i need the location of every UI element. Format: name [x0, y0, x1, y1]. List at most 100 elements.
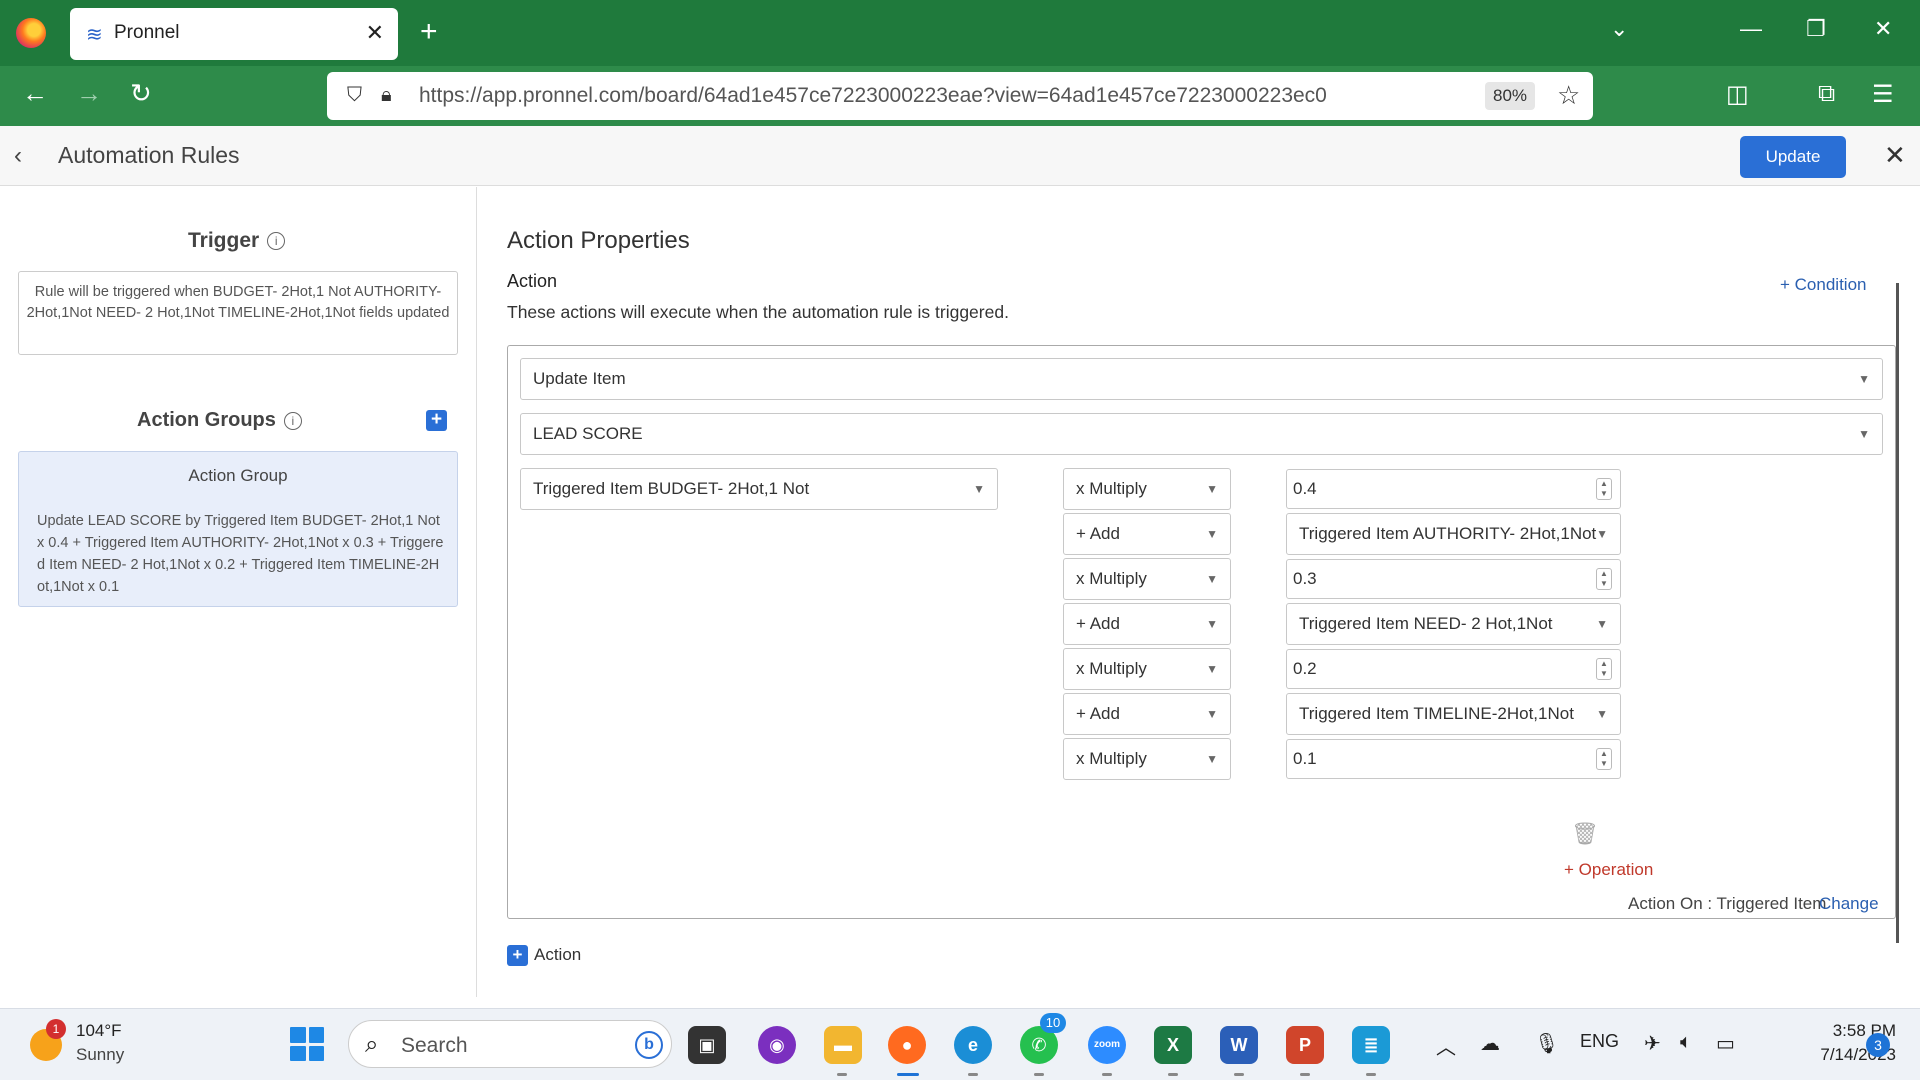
firefox-taskbar-icon[interactable]: ● [888, 1026, 926, 1064]
running-indicator [837, 1073, 847, 1076]
extensions-icon[interactable]: ⧉ [1818, 80, 1835, 108]
app-mask-icon[interactable]: ◉ [758, 1026, 796, 1064]
pronnel-favicon-icon: ≋ [86, 24, 103, 46]
language-indicator[interactable]: ENG [1580, 1031, 1619, 1052]
address-bar[interactable]: ⛉ 🔒︎ https://app.pronnel.com/board/64ad1… [327, 72, 1593, 120]
battery-icon[interactable]: ▭ [1716, 1031, 1735, 1056]
task-view-icon[interactable]: ▣ [688, 1026, 726, 1064]
trash-icon[interactable]: 🗑︎ [1571, 821, 1599, 847]
operand-number-input[interactable]: 0.1 ▲ ▼ [1286, 739, 1621, 779]
dropdown-caret-icon: ▼ [973, 482, 985, 496]
trigger-description[interactable]: Rule will be triggered when BUDGET- 2Hot… [18, 271, 458, 355]
word-icon[interactable]: W [1220, 1026, 1258, 1064]
scrollbar[interactable] [1896, 283, 1899, 943]
edge-icon[interactable]: e [954, 1026, 992, 1064]
stepper-icon[interactable]: ▲ ▼ [1596, 478, 1612, 500]
windows-start-icon[interactable] [290, 1027, 324, 1061]
operand-field-select[interactable]: Triggered Item AUTHORITY- 2Hot,1Not ▼ [1286, 513, 1621, 555]
shield-icon[interactable]: ⛉ [347, 84, 362, 107]
tab-list-chevron-icon[interactable]: ⌄ [1610, 16, 1628, 42]
file-explorer-icon[interactable]: ▬ [824, 1026, 862, 1064]
dropdown-caret-icon: ▼ [1858, 372, 1870, 386]
powerpoint-icon[interactable]: P [1286, 1026, 1324, 1064]
action-group-card[interactable]: Action Group Update LEAD SCORE by Trigge… [18, 451, 458, 607]
operator-select[interactable]: x Multiply ▼ [1063, 738, 1231, 780]
source-field-select[interactable]: Triggered Item BUDGET- 2Hot,1 Not ▼ [520, 468, 998, 510]
operand-number-input[interactable]: 0.2 ▲ ▼ [1286, 649, 1621, 689]
operator-select[interactable]: x Multiply ▼ [1063, 648, 1231, 690]
reload-icon[interactable]: ↻ [130, 78, 152, 108]
airplane-mode-icon[interactable]: ✈ [1644, 1031, 1661, 1056]
menu-icon[interactable]: ☰ [1872, 80, 1894, 109]
action-properties-heading: Action Properties [507, 227, 690, 254]
operator-value: + Add [1076, 524, 1120, 543]
notification-badge[interactable]: 3 [1866, 1033, 1890, 1057]
operator-select[interactable]: x Multiply ▼ [1063, 558, 1231, 600]
stepper-icon[interactable]: ▲ ▼ [1596, 748, 1612, 770]
update-button[interactable]: Update [1740, 136, 1846, 178]
dropdown-caret-icon: ▼ [1206, 617, 1218, 631]
operator-value: x Multiply [1076, 659, 1147, 678]
running-indicator [1234, 1073, 1244, 1076]
operator-value: + Add [1076, 704, 1120, 723]
target-field-select[interactable]: LEAD SCORE ▼ [520, 413, 1883, 455]
add-action-group-button[interactable]: + [426, 410, 447, 431]
app-header: ‹ Automation Rules Update ✕ [0, 126, 1920, 186]
close-tab-icon[interactable]: ✕ [366, 20, 384, 46]
bing-icon[interactable]: b [635, 1031, 663, 1059]
stepper-icon[interactable]: ▲ ▼ [1596, 568, 1612, 590]
zoom-level[interactable]: 80% [1485, 82, 1536, 110]
back-chevron-icon[interactable]: ‹ [14, 142, 22, 170]
lock-icon[interactable]: 🔒︎ [381, 84, 392, 107]
url-text[interactable]: https://app.pronnel.com/board/64ad1e457c… [419, 84, 1327, 108]
weather-temperature[interactable]: 104°F [76, 1021, 122, 1041]
info-icon[interactable]: i [283, 411, 302, 430]
onedrive-cloud-icon[interactable]: ☁ [1480, 1031, 1500, 1056]
change-link[interactable]: Change [1819, 894, 1879, 914]
dropdown-caret-icon: ▼ [1206, 752, 1218, 766]
browser-tab[interactable]: ≋ Pronnel ✕ [70, 8, 398, 60]
taskbar: 1 104°F Sunny ⌕ Search b ▣ ◉ ▬ ● e ✆ 10 … [0, 1008, 1920, 1080]
bookmark-star-icon[interactable]: ☆ [1557, 80, 1580, 111]
weather-condition[interactable]: Sunny [76, 1045, 124, 1065]
volume-icon[interactable]: 🔈︎ [1680, 1031, 1692, 1054]
stepper-icon[interactable]: ▲ ▼ [1596, 658, 1612, 680]
operator-select[interactable]: + Add ▼ [1063, 693, 1231, 735]
microphone-icon[interactable]: 🎙︎ [1534, 1031, 1559, 1056]
minimize-icon[interactable]: — [1740, 16, 1762, 42]
operand-field-value: Triggered Item NEED- 2 Hot,1Not [1299, 614, 1553, 633]
operand-number-input[interactable]: 0.3 ▲ ▼ [1286, 559, 1621, 599]
add-condition-link[interactable]: + Condition [1780, 275, 1866, 295]
dropdown-caret-icon: ▼ [1596, 617, 1608, 631]
operator-select[interactable]: + Add ▼ [1063, 603, 1231, 645]
new-tab-icon[interactable]: + [420, 14, 438, 50]
zoom-icon[interactable]: zoom [1088, 1026, 1126, 1064]
add-operation-link[interactable]: + Operation [1564, 860, 1653, 880]
restore-icon[interactable]: ❐ [1806, 16, 1826, 42]
left-panel: Trigger i Rule will be triggered when BUD… [0, 187, 477, 997]
info-icon[interactable]: i [267, 232, 286, 251]
operand-number-input[interactable]: 0.4 ▲ ▼ [1286, 469, 1621, 509]
running-indicator [1034, 1073, 1044, 1076]
excel-icon[interactable]: X [1154, 1026, 1192, 1064]
running-indicator [968, 1073, 978, 1076]
operand-field-select[interactable]: Triggered Item NEED- 2 Hot,1Not ▼ [1286, 603, 1621, 645]
action-box: Update Item ▼ LEAD SCORE ▼ Triggered Ite… [507, 345, 1896, 919]
back-icon[interactable]: ← [22, 78, 48, 108]
operator-select[interactable]: + Add ▼ [1063, 513, 1231, 555]
forward-icon[interactable]: → [76, 78, 102, 108]
running-indicator [1366, 1073, 1376, 1076]
tab-title: Pronnel [114, 22, 180, 43]
pocket-icon[interactable]: ◫ [1726, 80, 1749, 109]
operator-select[interactable]: x Multiply ▼ [1063, 468, 1231, 510]
add-action-button[interactable]: + Action [507, 945, 581, 967]
close-window-icon[interactable]: ✕ [1874, 16, 1892, 42]
firefox-icon[interactable] [16, 18, 46, 48]
notepad-icon[interactable]: ≣ [1352, 1026, 1390, 1064]
operand-field-select[interactable]: Triggered Item TIMELINE-2Hot,1Not ▼ [1286, 693, 1621, 735]
close-icon[interactable]: ✕ [1884, 140, 1906, 171]
action-type-select[interactable]: Update Item ▼ [520, 358, 1883, 400]
taskbar-search[interactable]: ⌕ Search b [348, 1020, 672, 1068]
trigger-heading: Trigger i [188, 229, 286, 253]
chevron-up-icon[interactable]: ︿ [1436, 1031, 1456, 1060]
